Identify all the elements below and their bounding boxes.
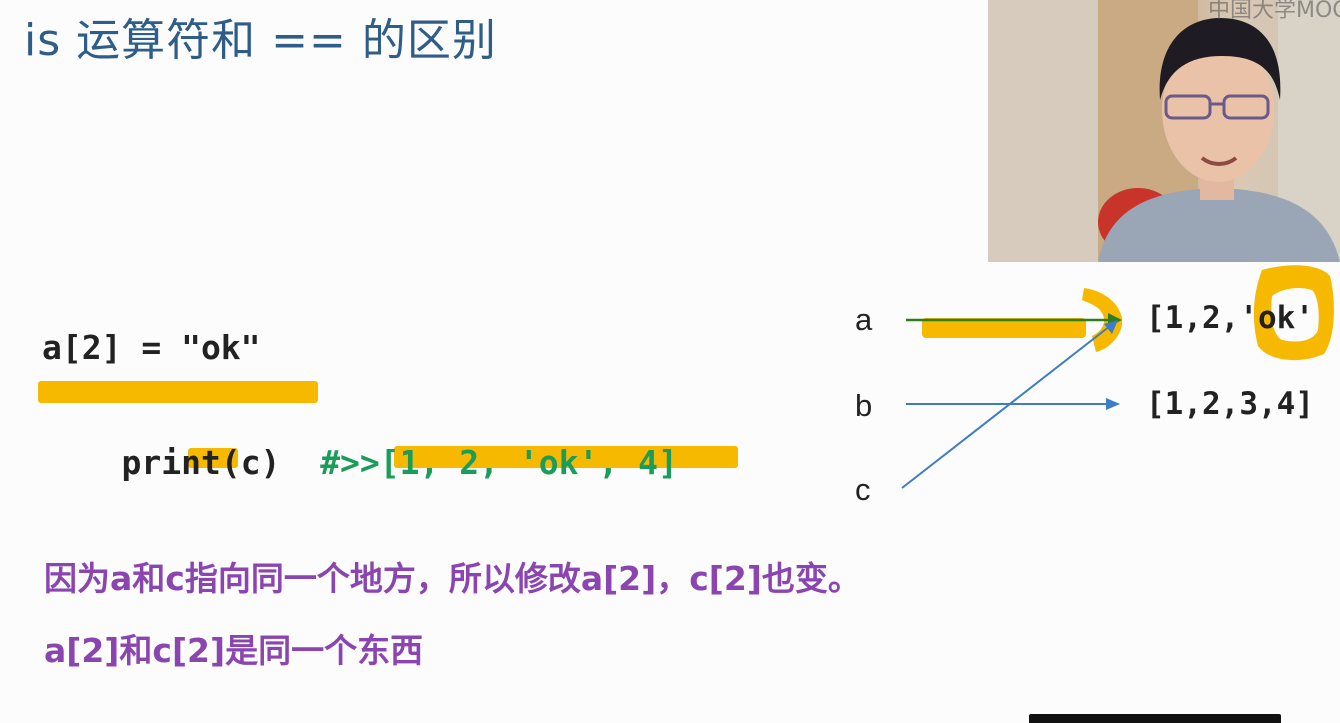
diagram-var-b: b: [855, 388, 873, 423]
explanation-line1: 因为a和c指向同一个地方，所以修改a[2]，c[2]也变。: [44, 559, 861, 598]
explanation-line2: a[2]和c[2]是同一个东西: [44, 631, 424, 670]
webcam-watermark: 中国大学MOOC: [1208, 0, 1340, 23]
arrow-c-to-list: [901, 325, 1111, 489]
diagram-var-a: a: [855, 302, 873, 337]
video-caption-bar: [1029, 714, 1281, 723]
diagram-list-b: [1,2,3,4]: [1146, 386, 1314, 422]
lecturer-figure: [988, 0, 1340, 262]
diagram-var-c: c: [855, 472, 871, 507]
arrowhead-b: [1106, 398, 1120, 410]
lecturer-webcam: 中国大学MOOC: [988, 0, 1340, 262]
lecture-slide: is 运算符和 == 的区别 a[2] = "ok" print(c) #>>[…: [0, 0, 1340, 723]
diagram-list-shared: [1,2,'ok': [1146, 300, 1314, 336]
